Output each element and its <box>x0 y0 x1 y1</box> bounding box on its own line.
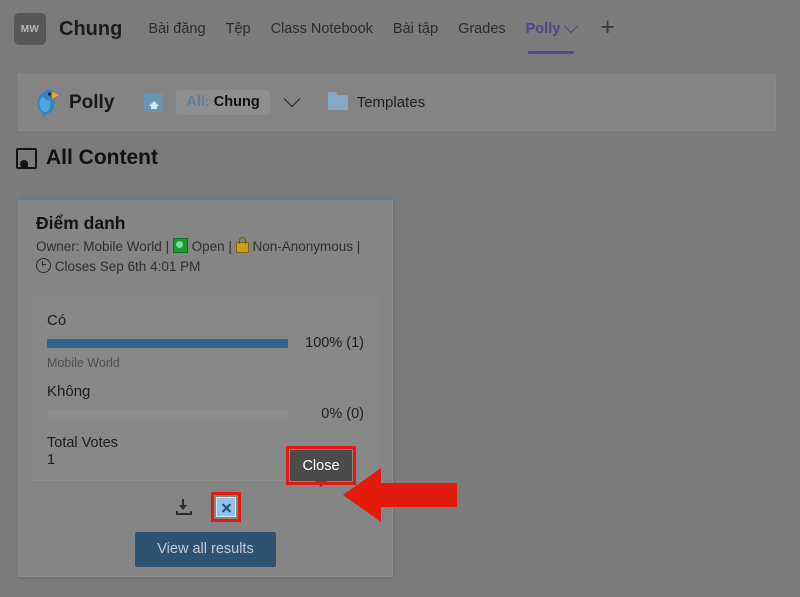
close-poll-button[interactable] <box>210 492 241 522</box>
tooltip-close: Close <box>290 450 352 481</box>
channel-title: Chung <box>59 17 123 40</box>
scope-value-label: Chung <box>213 94 260 110</box>
all-content-heading: All Content <box>16 146 158 170</box>
poll-bar-fill <box>47 338 288 348</box>
poll-option-row: Có 100% (1) Mobile World <box>47 312 364 370</box>
poll-bar-track <box>47 409 288 419</box>
close-icon[interactable] <box>215 497 236 517</box>
tab-polly[interactable]: Polly <box>516 0 587 58</box>
download-icon[interactable] <box>175 499 192 515</box>
poll-anonymity-label: Non-Anonymous <box>252 239 354 254</box>
poll-closes-label: Closes Sep 6th 4:01 PM <box>54 258 201 274</box>
total-votes-label: Total Votes <box>47 435 118 451</box>
poll-owner-prefix: Owner: <box>36 239 80 254</box>
poll-status-label: Open <box>191 239 225 254</box>
channel-tab-bar: MW Chung Bài đăng Tệp Class Notebook Bài… <box>0 0 800 58</box>
tab-label: Tệp <box>225 21 251 37</box>
active-tab-indicator <box>527 51 575 54</box>
polly-brand: Polly <box>35 88 114 118</box>
poll-bar-track <box>47 338 288 348</box>
poll-meta: Owner: Mobile World | Open | Non-Anonymo… <box>36 237 378 276</box>
open-status-icon <box>172 238 188 253</box>
tab-tep[interactable]: Tệp <box>216 0 261 58</box>
add-tab-button[interactable]: + <box>600 15 615 43</box>
all-content-icon <box>16 147 37 169</box>
poll-card: Điểm danh Owner: Mobile World | Open | N… <box>18 197 393 577</box>
scope-prefix-label: All: <box>186 94 210 110</box>
polly-app-name: Polly <box>69 91 115 113</box>
polly-app-content: Polly All: Chung Templates All Content Đ… <box>8 58 792 597</box>
tab-label: Bài đăng <box>148 21 206 37</box>
poll-option-percent: 100% (1) <box>305 335 364 351</box>
tab-list: Bài đăng Tệp Class Notebook Bài tập Grad… <box>138 0 615 58</box>
view-all-results-row: View all results <box>19 532 392 567</box>
page-title: All Content <box>46 146 158 169</box>
meta-separator: | <box>356 239 361 254</box>
chevron-down-icon[interactable] <box>283 89 301 107</box>
folder-icon[interactable] <box>327 91 348 110</box>
poll-owner: Mobile World <box>83 239 162 254</box>
close-tooltip-group: Close <box>286 446 360 487</box>
poll-header: Điểm danh Owner: Mobile World | Open | N… <box>19 200 392 286</box>
view-all-results-button[interactable]: View all results <box>135 532 276 567</box>
poll-option-row: Không 0% (0) <box>47 383 364 422</box>
tab-label: Polly <box>525 21 561 37</box>
meta-separator: | <box>165 239 170 254</box>
home-icon[interactable] <box>144 93 164 112</box>
tab-grades[interactable]: Grades <box>448 0 516 58</box>
tooltip-tail <box>315 481 327 487</box>
chevron-down-icon[interactable] <box>564 19 579 34</box>
tab-bai-tap[interactable]: Bài tập <box>383 0 448 58</box>
poll-action-icons <box>19 492 392 522</box>
tab-bai-dang[interactable]: Bài đăng <box>138 0 215 58</box>
poll-option-bar: 0% (0) <box>47 406 364 422</box>
meta-separator: | <box>228 239 232 254</box>
tab-label: Class Notebook <box>270 21 373 37</box>
poll-title: Điểm danh <box>36 213 126 233</box>
tab-label: Bài tập <box>392 21 439 37</box>
team-avatar: MW <box>14 13 46 45</box>
clock-icon <box>36 257 51 273</box>
poll-option-label: Có <box>47 312 67 329</box>
lock-icon <box>235 237 249 253</box>
poll-option-voters: Mobile World <box>47 356 120 370</box>
app-window: MW Chung Bài đăng Tệp Class Notebook Bài… <box>0 0 800 597</box>
poll-option-percent: 0% (0) <box>321 406 364 422</box>
tab-class-notebook[interactable]: Class Notebook <box>261 0 383 58</box>
polly-toolbar: Polly All: Chung Templates <box>18 74 776 131</box>
parrot-logo-icon <box>35 88 61 118</box>
poll-option-bar: 100% (1) <box>47 335 364 351</box>
scope-selector[interactable]: All: Chung <box>176 90 270 115</box>
poll-option-label: Không <box>47 383 91 400</box>
templates-button[interactable]: Templates <box>357 94 425 111</box>
tab-label: Grades <box>458 21 506 37</box>
